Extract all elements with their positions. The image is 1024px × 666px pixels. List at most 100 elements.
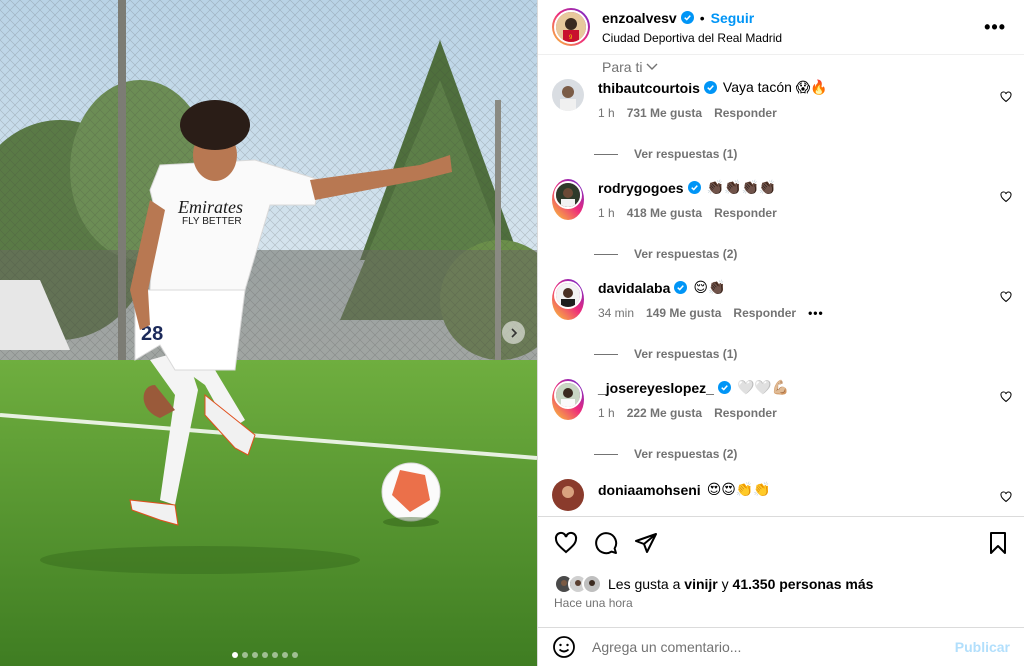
view-replies-button[interactable]: Ver respuestas (2)	[594, 247, 737, 261]
carousel-dot	[292, 652, 298, 658]
more-options-button[interactable]: •••	[980, 17, 1010, 38]
svg-text:FLY BETTER: FLY BETTER	[182, 216, 242, 227]
likes-summary[interactable]: Les gusta a vinijr y 41.350 personas más	[554, 574, 873, 594]
comment-avatar[interactable]	[552, 79, 584, 111]
comments-filter-label: Para ti	[602, 59, 643, 75]
avatar-image	[556, 183, 580, 207]
carousel-dot	[282, 652, 288, 658]
post-timestamp[interactable]: Hace una hora	[554, 596, 633, 610]
publish-button[interactable]: Publicar	[955, 639, 1010, 655]
carousel-dot	[242, 652, 248, 658]
comment-avatar[interactable]	[552, 379, 584, 420]
follow-button[interactable]: Seguir	[711, 10, 755, 26]
view-replies-label: Ver respuestas (1)	[634, 147, 738, 161]
comment-item: doniaamohseni 😍😍👏👏	[552, 479, 1012, 511]
likes-count[interactable]: 41.350 personas más	[733, 576, 874, 592]
comment-username[interactable]: rodrygogoes	[598, 180, 684, 196]
comment-text: 🤍🤍💪🏼	[736, 379, 790, 395]
author-avatar[interactable]: 9	[552, 8, 590, 46]
verified-badge-icon	[703, 81, 717, 94]
author-username[interactable]: enzoalvesv	[602, 10, 677, 26]
comment-avatar[interactable]	[552, 279, 584, 320]
carousel-dot	[232, 652, 238, 658]
comments-list[interactable]: Para ti thibautcourtois Vaya tacón 😱🔥 1	[538, 55, 1024, 516]
comment-likes[interactable]: 731 Me gusta	[627, 106, 702, 120]
comment-username[interactable]: thibautcourtois	[598, 80, 700, 96]
post-location[interactable]: Ciudad Deportiva del Real Madrid	[602, 31, 980, 45]
comment-like-heart-icon[interactable]	[1000, 191, 1012, 203]
comment-like-heart-icon[interactable]	[1000, 291, 1012, 303]
comment-likes[interactable]: 418 Me gusta	[627, 206, 702, 220]
comment-like-heart-icon[interactable]	[1000, 91, 1012, 103]
comment-text: Vaya tacón 😱🔥	[722, 79, 828, 95]
view-replies-label: Ver respuestas (2)	[634, 247, 738, 261]
verified-badge-icon	[674, 281, 688, 294]
comment-options-button[interactable]: •••	[808, 306, 824, 320]
post-header-text: enzoalvesv • Seguir Ciudad Deportiva del…	[602, 10, 980, 45]
comment-username[interactable]: doniaamohseni	[598, 482, 701, 498]
post-photo: Emirates FLY BETTER 28	[0, 0, 537, 666]
post-media[interactable]: Emirates FLY BETTER 28	[0, 0, 537, 666]
comment-avatar[interactable]	[552, 479, 584, 511]
comment-text: 👏🏿👏🏿👏🏿👏🏿	[706, 179, 777, 195]
view-replies-label: Ver respuestas (1)	[634, 347, 738, 361]
comment-avatar[interactable]	[552, 179, 584, 220]
liker-username[interactable]: vinijr	[684, 576, 717, 592]
comment-time[interactable]: 34 min	[598, 306, 634, 320]
svg-text:Emirates: Emirates	[177, 197, 243, 217]
post-actions	[554, 531, 658, 555]
comment-time[interactable]: 1 h	[598, 406, 615, 420]
post-actions-area: Les gusta a vinijr y 41.350 personas más…	[538, 516, 1024, 666]
likes-middle: y	[721, 576, 729, 592]
share-paper-plane-icon[interactable]	[634, 531, 658, 555]
like-heart-icon[interactable]	[554, 531, 578, 555]
carousel-next-button[interactable]	[502, 321, 525, 344]
comment-input[interactable]	[592, 639, 955, 655]
comment-item: thibautcourtois Vaya tacón 😱🔥 1 h 731 Me …	[552, 79, 1012, 120]
instagram-post-modal: Emirates FLY BETTER 28 9 enzoalvesv • Se…	[0, 0, 1024, 666]
reply-button[interactable]: Responder	[714, 106, 777, 120]
carousel-dot	[252, 652, 258, 658]
reply-button[interactable]: Responder	[733, 306, 796, 320]
comment-item: _josereyeslopez_ 🤍🤍💪🏼 1 h 222 Me gusta Res…	[552, 379, 1012, 420]
comment-likes[interactable]: 149 Me gusta	[646, 306, 721, 320]
emoji-icon[interactable]	[552, 635, 576, 659]
comment-item: davidalaba 😌👏🏿 34 min 149 Me gusta Respond…	[552, 279, 1012, 320]
comment-bubble-icon[interactable]	[594, 531, 618, 555]
view-replies-button[interactable]: Ver respuestas (1)	[594, 147, 737, 161]
comment-text: 😌👏🏿	[693, 279, 726, 295]
replies-divider	[594, 453, 618, 455]
reply-button[interactable]: Responder	[714, 206, 777, 220]
reply-button[interactable]: Responder	[714, 406, 777, 420]
bookmark-icon[interactable]	[986, 531, 1010, 555]
comment-time[interactable]: 1 h	[598, 106, 615, 120]
carousel-dot	[262, 652, 268, 658]
comment-username[interactable]: _josereyeslopez_	[598, 380, 714, 396]
comment-text: 😍😍👏👏	[706, 481, 771, 497]
avatar-image: 9	[556, 12, 586, 42]
avatar-image	[556, 383, 580, 407]
comment-like-heart-icon[interactable]	[1000, 391, 1012, 403]
chevron-right-icon	[510, 327, 517, 338]
avatar-image	[552, 479, 584, 511]
view-replies-button[interactable]: Ver respuestas (2)	[594, 447, 737, 461]
comment-like-heart-icon[interactable]	[1000, 491, 1012, 503]
post-header: 9 enzoalvesv • Seguir Ciudad Deportiva d…	[538, 0, 1024, 55]
view-replies-label: Ver respuestas (2)	[634, 447, 738, 461]
verified-badge-icon	[680, 11, 694, 24]
comment-username[interactable]: davidalaba	[598, 280, 670, 296]
separator-dot: •	[699, 9, 705, 26]
replies-divider	[594, 353, 618, 355]
comment-likes[interactable]: 222 Me gusta	[627, 406, 702, 420]
add-comment-bar: Publicar	[538, 627, 1024, 666]
avatar-image	[556, 283, 580, 307]
comment-item: rodrygogoes 👏🏿👏🏿👏🏿👏🏿 1 h 418 Me gusta Resp…	[552, 179, 1012, 220]
view-replies-button[interactable]: Ver respuestas (1)	[594, 347, 737, 361]
comment-time[interactable]: 1 h	[598, 206, 615, 220]
carousel-dot	[272, 652, 278, 658]
comments-filter[interactable]: Para ti	[602, 59, 658, 75]
post-side-panel: 9 enzoalvesv • Seguir Ciudad Deportiva d…	[537, 0, 1024, 666]
likers-avatars	[554, 574, 602, 594]
verified-badge-icon	[687, 181, 701, 194]
avatar-image	[552, 79, 584, 111]
